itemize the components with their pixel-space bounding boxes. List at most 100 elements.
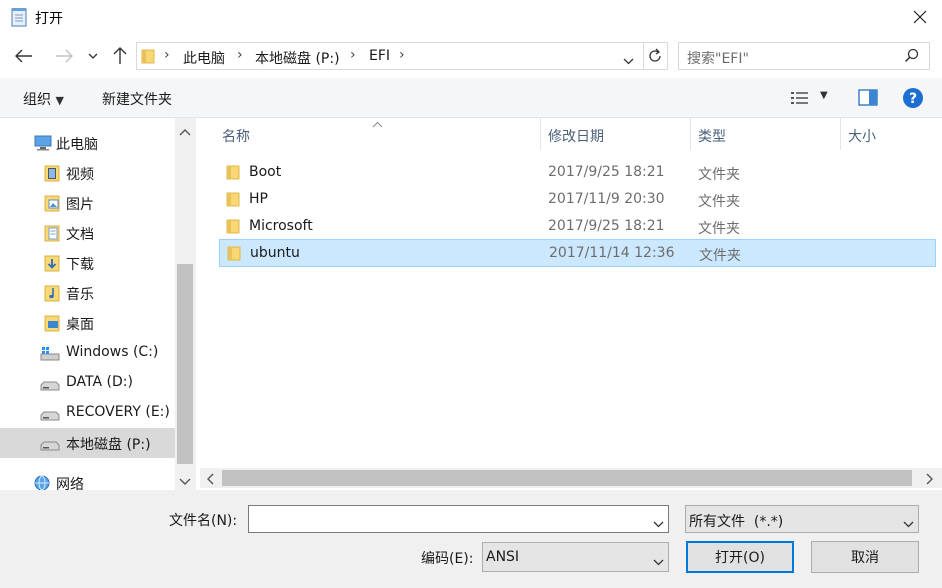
file-type: 文件夹 — [698, 194, 740, 210]
column-header-name[interactable]: 名称 — [222, 118, 250, 150]
sidebar-item-downloads[interactable]: 下载 — [0, 248, 175, 278]
sidebar-item-documents[interactable]: 文档 — [0, 218, 175, 248]
scroll-right-button[interactable] — [926, 473, 934, 489]
address-bar[interactable]: › 此电脑 › 本地磁盘 (P:) › EFI › — [136, 42, 668, 70]
search-placeholder[interactable]: 搜索"EFI" — [687, 48, 749, 68]
file-row[interactable]: Boot 2017/9/25 18:21 文件夹 — [219, 159, 936, 186]
refresh-icon — [649, 48, 661, 62]
pictures-folder-icon — [44, 195, 60, 216]
new-folder-button[interactable]: 新建文件夹 — [102, 89, 172, 109]
column-divider[interactable] — [840, 118, 841, 150]
folder-icon — [226, 165, 240, 184]
close-button[interactable] — [905, 4, 935, 30]
address-dropdown-button[interactable] — [623, 53, 634, 69]
cancel-button[interactable]: 取消 — [811, 541, 919, 573]
help-button[interactable]: ? — [902, 87, 924, 113]
folder-icon — [226, 192, 240, 211]
command-bar: 组织 ▼ 新建文件夹 ▼ ? — [0, 78, 942, 118]
column-header-modified[interactable]: 修改日期 — [548, 118, 604, 150]
folder-icon — [227, 246, 241, 265]
up-button[interactable] — [108, 44, 132, 68]
breadcrumb-separator[interactable]: › — [350, 47, 356, 63]
file-row-selected[interactable]: ubuntu 2017/11/14 12:36 文件夹 — [219, 239, 936, 267]
search-icon[interactable] — [904, 48, 919, 67]
file-modified: 2017/11/14 12:36 — [549, 245, 675, 261]
music-folder-icon — [44, 285, 60, 306]
file-name: Boot — [249, 164, 282, 180]
help-icon: ? — [903, 88, 923, 108]
sidebar-item-drive-p[interactable]: 本地磁盘 (P:) — [0, 428, 175, 458]
filename-dropdown-button[interactable] — [653, 516, 664, 532]
drive-icon — [40, 409, 60, 425]
file-name: Microsoft — [249, 218, 313, 234]
sidebar-item-label: 图片 — [66, 197, 94, 213]
sidebar-item-network[interactable]: 网络 — [0, 468, 175, 490]
file-name: ubuntu — [250, 245, 300, 261]
chevron-down-icon — [623, 58, 634, 65]
sidebar-item-desktop[interactable]: 桌面 — [0, 308, 175, 338]
sidebar-item-drive-c[interactable]: Windows (C:) — [0, 338, 175, 368]
organize-label: 组织 — [23, 92, 51, 108]
breadcrumb-drive-p[interactable]: 本地磁盘 (P:) — [255, 48, 340, 68]
search-box[interactable]: 搜索"EFI" — [678, 42, 930, 70]
breadcrumb-separator[interactable]: › — [399, 47, 405, 63]
sidebar-item-music[interactable]: 音乐 — [0, 278, 175, 308]
file-type-select[interactable]: 所有文件 (*.*) — [685, 505, 919, 533]
file-row[interactable]: HP 2017/11/9 20:30 文件夹 — [219, 186, 936, 213]
drive-icon — [40, 379, 60, 395]
filename-input[interactable] — [248, 505, 669, 533]
sidebar-item-label: RECOVERY (E:) — [66, 404, 170, 420]
column-header-size[interactable]: 大小 — [848, 118, 876, 150]
sidebar-item-label: 文档 — [66, 227, 94, 243]
sidebar-item-label: DATA (D:) — [66, 374, 133, 390]
change-view-button[interactable] — [790, 90, 810, 110]
file-name: HP — [249, 191, 268, 207]
sidebar-item-drive-e[interactable]: RECOVERY (E:) — [0, 398, 175, 428]
preview-pane-button[interactable] — [858, 89, 878, 110]
scroll-up-button[interactable] — [179, 124, 191, 140]
breadcrumb-separator[interactable]: › — [237, 47, 243, 63]
chevron-down-icon — [653, 554, 664, 570]
windows-drive-icon — [40, 347, 60, 365]
navigation-pane: 此电脑 视频 图片 文档 下载 音乐 桌面 Windows (C:) DATA … — [0, 118, 195, 490]
desktop-folder-icon — [44, 315, 60, 336]
scroll-left-button[interactable] — [206, 473, 214, 489]
breadcrumb-separator[interactable]: › — [164, 47, 170, 63]
organize-button[interactable]: 组织 ▼ — [23, 89, 64, 109]
sidebar-item-this-pc[interactable]: 此电脑 — [0, 128, 175, 158]
encoding-select[interactable]: ANSI — [482, 542, 669, 572]
chevron-up-icon — [179, 129, 191, 136]
caret-down-icon: ▼ — [55, 94, 64, 107]
chevron-down-icon — [179, 478, 191, 485]
sort-ascending-icon — [372, 116, 383, 132]
filename-label: 文件名(N): — [169, 513, 238, 529]
open-button[interactable]: 打开(O) — [686, 541, 794, 573]
sidebar-item-label: 此电脑 — [56, 137, 98, 153]
file-row[interactable]: Microsoft 2017/9/25 18:21 文件夹 — [219, 213, 936, 240]
back-button[interactable] — [12, 44, 36, 68]
forward-button[interactable] — [52, 44, 76, 68]
encoding-value: ANSI — [486, 549, 520, 565]
chevron-down-icon — [653, 521, 664, 528]
breadcrumb-this-pc[interactable]: 此电脑 — [183, 48, 225, 68]
window-title: 打开 — [35, 11, 63, 27]
sidebar-item-label: 桌面 — [66, 317, 94, 333]
network-icon — [32, 475, 52, 490]
sidebar-scrollbar-thumb[interactable] — [177, 264, 193, 464]
sidebar-item-videos[interactable]: 视频 — [0, 158, 175, 188]
refresh-button[interactable] — [647, 48, 663, 68]
recent-locations-button[interactable] — [84, 44, 102, 68]
column-divider[interactable] — [690, 118, 691, 150]
scroll-down-button[interactable] — [179, 474, 191, 490]
horizontal-scrollbar-thumb[interactable] — [222, 470, 912, 486]
column-header-type[interactable]: 类型 — [698, 118, 726, 150]
breadcrumb-efi[interactable]: EFI — [369, 48, 390, 64]
view-options-button[interactable]: ▼ — [820, 90, 828, 101]
sidebar-item-drive-d[interactable]: DATA (D:) — [0, 368, 175, 398]
arrow-up-icon — [113, 47, 127, 64]
file-modified: 2017/9/25 18:21 — [548, 164, 665, 180]
file-modified: 2017/11/9 20:30 — [548, 191, 665, 207]
sidebar-item-pictures[interactable]: 图片 — [0, 188, 175, 218]
column-divider[interactable] — [540, 118, 541, 150]
arrow-right-icon — [56, 49, 73, 63]
